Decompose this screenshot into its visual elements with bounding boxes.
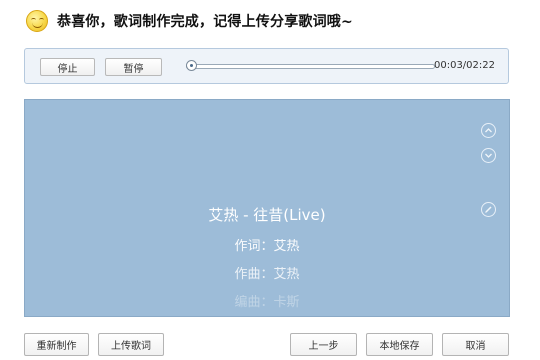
remake-button[interactable]: 重新制作 (24, 333, 89, 356)
page-title: 恭喜你，歌词制作完成，记得上传分享歌词哦~ (57, 14, 353, 30)
lyric-line-arranger: 编曲：卡斯 (234, 295, 300, 310)
lyric-line-lyricist: 作词：艾热 (234, 239, 300, 254)
save-local-button[interactable]: 本地保存 (366, 333, 433, 356)
edit-lyrics-button[interactable] (481, 202, 496, 217)
pause-button[interactable]: 暂停 (105, 58, 162, 76)
header: 恭喜你，歌词制作完成，记得上传分享歌词哦~ (26, 7, 353, 35)
scroll-up-button[interactable] (481, 123, 496, 138)
stop-button[interactable]: 停止 (40, 58, 95, 76)
upload-lyrics-button[interactable]: 上传歌词 (98, 333, 164, 356)
progress-track[interactable] (186, 64, 435, 69)
time-readout: 00:03/02:22 (433, 60, 495, 71)
lyric-line-title: 艾热 - 往昔(Live) (208, 206, 326, 224)
chevron-down-icon (485, 153, 492, 158)
scroll-down-button[interactable] (481, 148, 496, 163)
lyrics-preview: 艾热 - 往昔(Live) 作词：艾热 作曲：艾热 编曲：卡斯 (24, 99, 510, 317)
smiley-icon (26, 10, 48, 32)
player-bar: 停止 暂停 00:03/02:22 (24, 48, 509, 84)
cancel-button[interactable]: 取消 (442, 333, 509, 356)
progress-knob[interactable] (186, 60, 198, 71)
pencil-icon (485, 206, 492, 213)
previous-step-button[interactable]: 上一步 (290, 333, 357, 356)
lyric-line-composer: 作曲：艾热 (234, 267, 300, 282)
chevron-up-icon (485, 128, 492, 133)
